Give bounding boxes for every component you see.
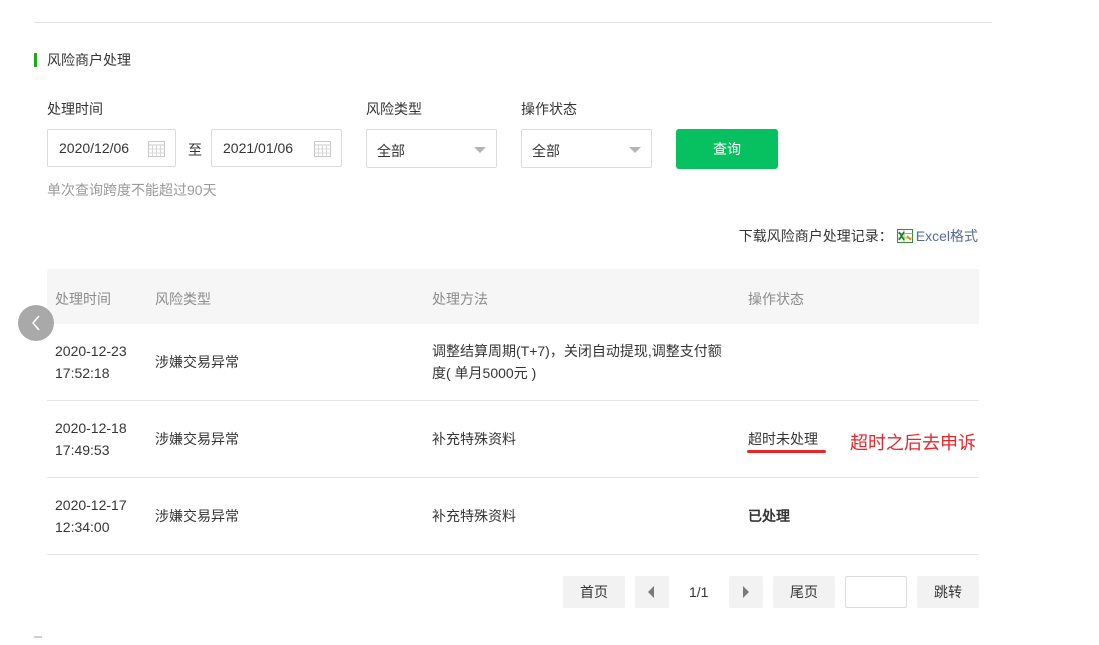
start-date-input[interactable] — [57, 139, 151, 157]
risk-records-table: 处理时间 风险类型 处理方法 操作状态 2020-12-23 17:52:18 … — [47, 269, 979, 555]
row-datetime: 2020-12-23 17:52:18 — [55, 340, 145, 384]
row-risk-type: 涉嫌交易异常 — [155, 431, 239, 447]
page-jump-input[interactable] — [845, 576, 907, 608]
row-datetime: 2020-12-17 12:34:00 — [55, 494, 145, 538]
dropdown-caret-icon — [629, 147, 641, 153]
download-label: 下载风险商户处理记录： — [738, 228, 893, 244]
row-method: 补充特殊资料 — [432, 431, 516, 447]
excel-icon[interactable] — [896, 229, 913, 243]
table-row: 2020-12-18 17:49:53 涉嫌交易异常 补充特殊资料 超时未处理 … — [47, 401, 979, 478]
op-status-label: 操作状态 — [521, 101, 577, 117]
cutoff-text-fragment — [34, 636, 42, 638]
row-time: 12:34:00 — [55, 519, 110, 535]
section-title: 风险商户处理 — [34, 51, 131, 69]
row-risk-type: 涉嫌交易异常 — [155, 508, 239, 524]
dropdown-caret-icon — [474, 147, 486, 153]
title-accent-bar — [34, 53, 37, 67]
table-row: 2020-12-17 12:34:00 涉嫌交易异常 补充特殊资料 已处理 — [47, 478, 979, 555]
next-page-button[interactable] — [729, 576, 763, 608]
calendar-icon[interactable] — [148, 141, 165, 157]
next-page-icon — [743, 586, 749, 598]
table-row: 2020-12-23 17:52:18 涉嫌交易异常 调整结算周期(T+7)，关… — [47, 324, 979, 401]
op-status-value: 全部 — [532, 143, 560, 159]
risk-type-value: 全部 — [377, 143, 405, 159]
row-date: 2020-12-18 — [55, 420, 127, 436]
top-divider — [34, 22, 992, 23]
header-method: 处理方法 — [432, 291, 488, 307]
download-row: 下载风险商户处理记录： Excel格式 — [739, 226, 978, 246]
header-risk-type: 风险类型 — [155, 291, 211, 307]
header-status: 操作状态 — [748, 291, 804, 307]
appeal-annotation: 超时之后去申诉 — [850, 433, 976, 453]
annotation-underline — [747, 450, 826, 453]
calendar-icon[interactable] — [314, 141, 331, 157]
header-time: 处理时间 — [55, 291, 111, 307]
end-date-field[interactable] — [211, 129, 342, 167]
page-indicator: 1/1 — [689, 584, 709, 600]
back-nav-button[interactable] — [18, 305, 54, 341]
date-range-separator: 至 — [188, 142, 202, 158]
first-page-button[interactable]: 首页 — [563, 576, 625, 608]
prev-page-icon — [648, 586, 654, 598]
op-status-select[interactable]: 全部 — [521, 129, 652, 168]
row-method: 补充特殊资料 — [432, 508, 516, 524]
row-datetime: 2020-12-18 17:49:53 — [55, 417, 145, 461]
risk-type-select[interactable]: 全部 — [366, 129, 497, 168]
row-time: 17:52:18 — [55, 365, 110, 381]
table-header: 处理时间 风险类型 处理方法 操作状态 — [47, 269, 979, 324]
time-filter-label: 处理时间 — [47, 101, 103, 117]
row-method: 调整结算周期(T+7)，关闭自动提现,调整支付额度( 单月5000元 ) — [432, 343, 722, 381]
row-status: 已处理 — [748, 508, 790, 524]
chevron-left-icon — [31, 315, 40, 331]
row-risk-type: 涉嫌交易异常 — [155, 354, 239, 370]
risk-type-label: 风险类型 — [366, 101, 422, 117]
row-date: 2020-12-17 — [55, 497, 127, 513]
row-time: 17:49:53 — [55, 442, 110, 458]
prev-page-button[interactable] — [635, 576, 669, 608]
date-span-hint: 单次查询跨度不能超过90天 — [47, 182, 217, 198]
jump-button[interactable]: 跳转 — [917, 576, 979, 608]
end-date-input[interactable] — [221, 139, 315, 157]
timeout-status-link[interactable]: 超时未处理 — [748, 428, 818, 450]
row-date: 2020-12-23 — [55, 343, 127, 359]
start-date-field[interactable] — [47, 129, 176, 167]
excel-download-link[interactable]: Excel格式 — [916, 226, 978, 246]
last-page-button[interactable]: 尾页 — [773, 576, 835, 608]
query-button[interactable]: 查询 — [676, 129, 778, 169]
section-title-text: 风险商户处理 — [47, 52, 131, 68]
